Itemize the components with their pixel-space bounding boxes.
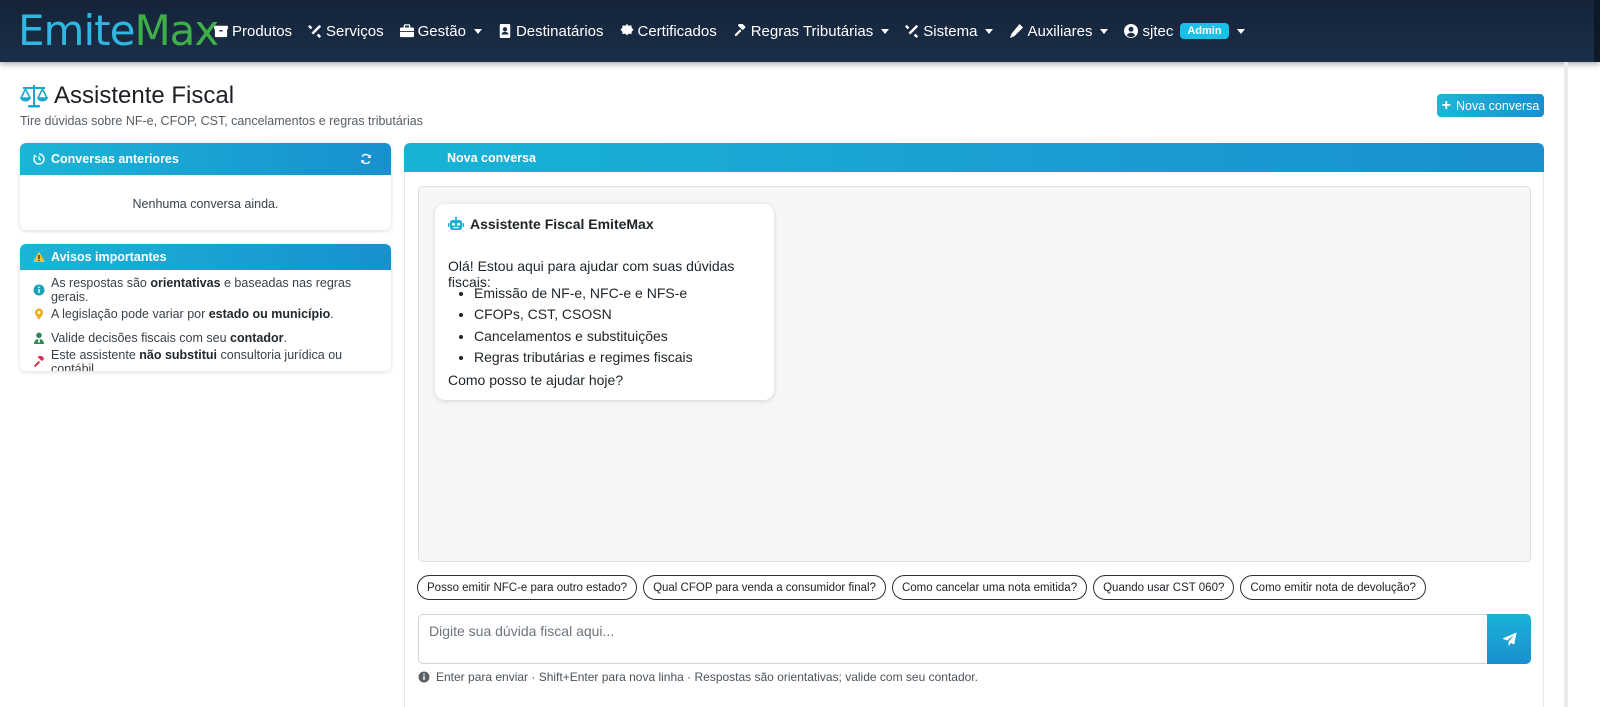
suggestion-chip[interactable]: Como cancelar uma nota emitida? bbox=[891, 575, 1088, 600]
chat-header: Nova conversa bbox=[404, 143, 1544, 172]
nav-item-certificados[interactable]: Certificados bbox=[619, 23, 717, 40]
nav-item-destinatarios[interactable]: Destinatários bbox=[498, 23, 604, 40]
map-marker-icon bbox=[35, 308, 43, 320]
box-icon bbox=[214, 25, 228, 38]
previous-conversations-header: Conversas anteriores bbox=[20, 143, 391, 175]
page-scrollbar[interactable] bbox=[1594, 0, 1600, 62]
nav-item-servicos[interactable]: Serviços bbox=[308, 23, 384, 40]
warning-icon bbox=[33, 251, 45, 262]
notices-list: As respostas são orientativas e baseadas… bbox=[20, 270, 391, 371]
list-item: Este assistente não substitui consultori… bbox=[33, 348, 391, 371]
send-button[interactable] bbox=[1487, 614, 1531, 664]
info-circle-icon bbox=[33, 284, 45, 296]
role-badge: Admin bbox=[1180, 23, 1229, 39]
gavel-icon bbox=[734, 24, 746, 37]
top-navbar: Emite Max Produtos Serviços Gestão Destin… bbox=[0, 0, 1600, 62]
info-circle-icon bbox=[418, 671, 430, 683]
list-item: As respostas são orientativas e baseadas… bbox=[33, 276, 391, 304]
refresh-icon[interactable] bbox=[360, 153, 372, 165]
input-hint: Enter para enviar · Shift+Enter para nov… bbox=[418, 670, 978, 684]
list-item: Cancelamentos e substituições bbox=[474, 326, 693, 347]
page-subtitle: Tire dúvidas sobre NF-e, CFOP, CST, canc… bbox=[20, 114, 423, 128]
list-item: A legislação pode variar por estado ou m… bbox=[33, 302, 391, 326]
nav-item-auxiliares[interactable]: Auxiliares bbox=[1009, 23, 1109, 40]
suggestion-chip[interactable]: Qual CFOP para venda a consumidor final? bbox=[643, 575, 886, 600]
chevron-down-icon bbox=[1100, 28, 1109, 34]
suggestion-chips: Posso emitir NFC-e para outro estado? Qu… bbox=[417, 575, 1432, 600]
list-item: Valide decisões fiscais com seu contador… bbox=[33, 326, 391, 350]
list-item: CFOPs, CST, CSOSN bbox=[474, 304, 693, 325]
assistant-topics: Emissão de NF-e, NFC-e e NFS-e CFOPs, CS… bbox=[474, 283, 693, 368]
question-input[interactable] bbox=[419, 615, 1487, 663]
gavel-icon bbox=[34, 356, 45, 367]
list-item: Emissão de NF-e, NFC-e e NFS-e bbox=[474, 283, 693, 304]
chevron-down-icon bbox=[985, 28, 994, 34]
user-circle-icon bbox=[1124, 24, 1139, 38]
suggestion-chip[interactable]: Posso emitir NFC-e para outro estado? bbox=[417, 575, 638, 600]
plus-icon: + bbox=[1441, 96, 1451, 114]
important-notices-card: Avisos importantes As respostas são orie… bbox=[20, 244, 391, 371]
question-input-wrapper bbox=[418, 614, 1487, 664]
address-book-icon bbox=[499, 24, 511, 38]
user-name: sjtec bbox=[1142, 22, 1174, 40]
important-notices-header: Avisos importantes bbox=[20, 244, 391, 270]
assistant-message: Assistente Fiscal EmiteMax Olá! Estou aq… bbox=[435, 204, 774, 400]
paper-plane-icon bbox=[1501, 631, 1517, 646]
tools-icon bbox=[308, 24, 322, 38]
suggestion-chip[interactable]: Como emitir nota de devolução? bbox=[1240, 575, 1426, 600]
certificate-icon bbox=[619, 24, 634, 36]
assistant-outro: Como posso te ajudar hoje? bbox=[448, 372, 624, 388]
briefcase-icon bbox=[399, 24, 414, 38]
pencil-icon bbox=[1010, 24, 1024, 38]
robot-icon bbox=[448, 217, 464, 230]
nav-menu: Produtos Serviços Gestão Destinatários C… bbox=[214, 0, 1261, 62]
chevron-down-icon bbox=[1236, 28, 1245, 34]
assistant-name: Assistente Fiscal EmiteMax bbox=[448, 216, 654, 232]
tools-icon bbox=[905, 24, 919, 38]
previous-conversations-card: Conversas anteriores Nenhuma conversa ai… bbox=[20, 143, 391, 230]
nav-item-sistema[interactable]: Sistema bbox=[905, 23, 994, 40]
nav-item-gestao[interactable]: Gestão bbox=[399, 23, 482, 40]
list-item: Regras tributárias e regimes fiscais bbox=[474, 347, 693, 368]
nav-item-regras-tributarias[interactable]: Regras Tributárias bbox=[733, 23, 890, 40]
empty-conversations-text: Nenhuma conversa ainda. bbox=[132, 197, 279, 211]
history-icon bbox=[33, 153, 45, 165]
nav-user-menu[interactable]: sjtec Admin bbox=[1124, 22, 1245, 40]
nav-item-produtos[interactable]: Produtos bbox=[214, 23, 292, 40]
chevron-down-icon bbox=[473, 28, 482, 34]
page-title: Assistente Fiscal bbox=[20, 82, 234, 110]
brand-logo[interactable]: Emite Max bbox=[18, 6, 219, 56]
user-tie-icon bbox=[34, 332, 44, 344]
chevron-down-icon bbox=[881, 28, 890, 34]
content-scrollbar[interactable] bbox=[1564, 62, 1568, 707]
balance-scale-icon bbox=[20, 85, 48, 108]
new-conversation-button[interactable]: + Nova conversa bbox=[1437, 94, 1544, 117]
suggestion-chip[interactable]: Quando usar CST 060? bbox=[1093, 575, 1235, 600]
